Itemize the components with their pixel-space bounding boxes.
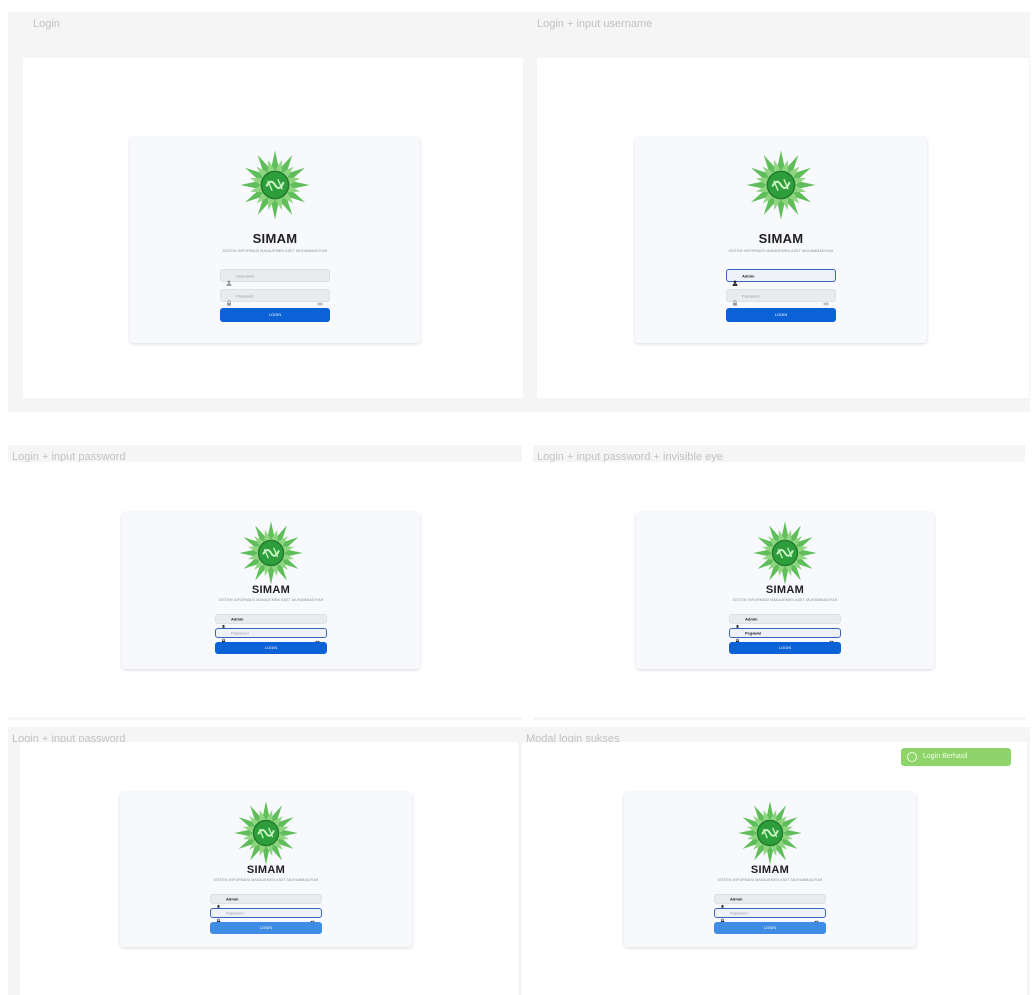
login-button[interactable]: LOGIN [220,308,330,322]
login-card: SIMAM SISTEM INFORMASI MANAJEMEN ASET MUH… [122,512,420,669]
password-value: Password [231,630,249,636]
logo-emblem-svg [746,150,816,220]
logo-emblem-svg [753,521,817,585]
brand-subtitle: SISTEM INFORMASI MANAJEMEN ASET MUHAMMAD… [218,598,324,602]
username-field[interactable]: Admin [215,614,327,630]
login-card: SIMAM SISTEM INFORMASI MANAJEMEN ASET MUH… [635,137,927,343]
login-button[interactable]: LOGIN [729,642,841,654]
eye-icon[interactable] [316,293,324,305]
login-button[interactable]: LOGIN [210,922,322,934]
password-value: Password [236,293,254,298]
password-value: Password [742,293,760,298]
eye-icon[interactable] [822,293,830,305]
username-field[interactable]: Admin [714,894,826,910]
username-value: Admin [231,616,244,622]
logo-emblem-icon [752,520,818,586]
lock-icon [720,911,725,924]
logo-emblem-icon [233,800,299,866]
password-field[interactable]: Password [726,289,836,306]
logo-emblem-svg [239,521,303,585]
lock-icon [216,911,221,924]
toast-label: Login Berhasil [923,753,968,760]
logo-emblem-svg [738,801,802,865]
logo-emblem-icon [745,149,817,221]
eye-icon-svg [823,302,829,305]
password-field[interactable]: Password [210,908,322,924]
brand-title: SIMAM [765,584,805,596]
lock-icon-svg [733,299,737,306]
lock-icon [221,631,226,644]
brand-title: SIMAM [246,864,286,876]
username-field[interactable]: Admin [726,269,836,286]
brand-title: SIMAM [758,231,804,246]
username-value: Admin [226,896,239,902]
lock-icon-svg [227,299,231,306]
username-value: Admin [745,616,758,622]
password-value: Password [226,910,244,916]
user-icon [226,273,232,286]
username-field[interactable]: Admin [210,894,322,910]
user-icon [216,897,221,910]
password-field[interactable]: Pegawai [729,628,841,644]
brand-subtitle: SISTEM INFORMASI MANAJEMEN ASET MUHAMMAD… [222,249,328,253]
user-icon-svg [732,279,738,286]
logo-emblem-icon [239,149,311,221]
eye-icon[interactable] [813,911,820,924]
brand-subtitle: SISTEM INFORMASI MANAJEMEN ASET MUHAMMAD… [728,249,834,253]
logo-emblem-icon [238,520,304,586]
user-icon [732,273,738,286]
login-button[interactable]: LOGIN [714,922,826,934]
frame-title: Login [33,18,60,30]
brand-subtitle: SISTEM INFORMASI MANAJEMEN ASET MUHAMMAD… [717,878,823,882]
eye-icon[interactable] [314,631,321,644]
password-value: Pegawai [745,630,762,636]
username-field[interactable]: Username [220,269,330,286]
password-field[interactable]: Password [220,289,330,306]
eye-icon[interactable] [828,631,835,644]
brand-subtitle: SISTEM INFORMASI MANAJEMEN ASET MUHAMMAD… [732,598,838,602]
eye-icon[interactable] [309,911,316,924]
frame-title: Login + input username [537,18,653,30]
brand-title: SIMAM [251,584,291,596]
brand-title: SIMAM [252,231,298,246]
lock-icon [226,293,232,306]
brand-subtitle: SISTEM INFORMASI MANAJEMEN ASET MUHAMMAD… [213,878,319,882]
username-value: Admin [730,896,743,902]
password-value: Password [730,910,748,916]
login-button[interactable]: LOGIN [726,308,836,322]
username-value: Username [236,273,255,278]
brand-title: SIMAM [750,864,790,876]
success-toast: Login Berhasil [901,748,1011,766]
password-field[interactable]: Password [215,628,327,644]
login-button[interactable]: LOGIN [215,642,327,654]
login-card: SIMAM SISTEM INFORMASI MANAJEMEN ASET MUH… [130,137,420,343]
logo-emblem-svg [234,801,298,865]
logo-emblem-icon [737,800,803,866]
lock-icon [735,631,740,644]
lock-icon [732,293,738,306]
username-field[interactable]: Admin [729,614,841,630]
login-card: SIMAM SISTEM INFORMASI MANAJEMEN ASET MUH… [636,512,934,669]
password-field[interactable]: Password [714,908,826,924]
user-icon-svg [226,279,232,286]
user-icon [221,617,226,630]
eye-icon-svg [317,302,323,305]
user-icon [735,617,740,630]
login-card: SIMAM SISTEM INFORMASI MANAJEMEN ASET MUH… [624,792,916,947]
logo-emblem-svg [240,150,310,220]
login-card: SIMAM SISTEM INFORMASI MANAJEMEN ASET MUH… [120,792,412,947]
user-icon [720,897,725,910]
check-circle-icon [907,752,917,762]
username-value: Admin [742,273,755,278]
